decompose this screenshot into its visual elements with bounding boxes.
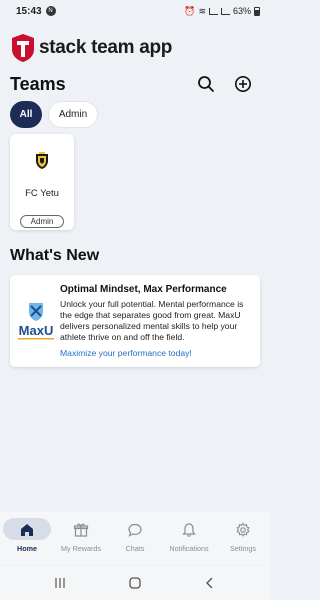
promo-link[interactable]: Maximize your performance today! bbox=[60, 348, 192, 358]
search-icon[interactable] bbox=[197, 75, 215, 93]
nav-home[interactable]: Home bbox=[0, 512, 54, 565]
chat-bubble-icon bbox=[128, 523, 142, 537]
promo-body: Unlock your full potential. Mental perfo… bbox=[60, 299, 244, 342]
alarm-icon: ⏰ bbox=[184, 5, 196, 16]
home-icon bbox=[21, 524, 33, 536]
promo-title: Optimal Mindset, Max Performance bbox=[60, 284, 227, 295]
status-time: 15:43 bbox=[16, 5, 42, 17]
wifi-icon: ≋ bbox=[198, 5, 206, 16]
app-logo: stack team app bbox=[10, 33, 172, 63]
team-name: FC Yetu bbox=[25, 188, 59, 199]
battery-icon bbox=[254, 6, 260, 16]
whats-new-heading: What's New bbox=[10, 247, 100, 264]
nav-my-rewards-label: My Rewards bbox=[61, 544, 101, 553]
filter-chip-admin[interactable]: Admin bbox=[48, 101, 98, 128]
svg-text:MaxU: MaxU bbox=[19, 323, 54, 338]
nav-chats[interactable]: Chats bbox=[108, 512, 162, 565]
logo-mark-icon bbox=[12, 34, 34, 62]
recent-apps-icon[interactable] bbox=[54, 577, 66, 589]
add-team-icon[interactable] bbox=[234, 75, 252, 93]
gift-icon bbox=[73, 523, 89, 537]
team-crest-icon bbox=[36, 152, 48, 169]
system-nav-bar bbox=[0, 566, 270, 600]
app-name: stack team app bbox=[39, 37, 173, 58]
bottom-nav: Home My Rewards Chats Notifications Sett… bbox=[0, 512, 270, 565]
maxu-logo-image: MaxU bbox=[12, 297, 60, 345]
notification-badge-icon: N bbox=[45, 6, 56, 16]
nav-home-label: Home bbox=[17, 544, 37, 553]
teams-heading: Teams bbox=[10, 74, 66, 94]
gear-icon bbox=[236, 522, 250, 537]
nav-my-rewards[interactable]: My Rewards bbox=[54, 512, 108, 565]
promo-card[interactable]: MaxU Optimal Mindset, Max Performance Un… bbox=[10, 275, 260, 367]
nav-settings[interactable]: Settings bbox=[216, 512, 270, 565]
status-bar: 15:43 N ⏰ ≋ 63% bbox=[0, 0, 270, 22]
filter-chip-all[interactable]: All bbox=[10, 101, 42, 128]
nav-settings-label: Settings bbox=[230, 544, 256, 553]
battery-level: 63% bbox=[232, 6, 251, 16]
nav-notifications-label: Notifications bbox=[169, 544, 209, 553]
home-system-icon[interactable] bbox=[129, 577, 141, 589]
status-indicators: ⏰ ≋ 63% bbox=[184, 6, 260, 17]
signal-icon bbox=[208, 7, 218, 15]
team-card[interactable]: FC Yetu Admin bbox=[10, 134, 74, 230]
team-role-badge: Admin bbox=[20, 215, 64, 228]
nav-chats-label: Chats bbox=[125, 544, 145, 553]
signal-icon-2 bbox=[220, 7, 230, 15]
bell-icon bbox=[182, 523, 196, 537]
nav-notifications[interactable]: Notifications bbox=[162, 512, 216, 565]
back-icon[interactable] bbox=[204, 577, 216, 589]
